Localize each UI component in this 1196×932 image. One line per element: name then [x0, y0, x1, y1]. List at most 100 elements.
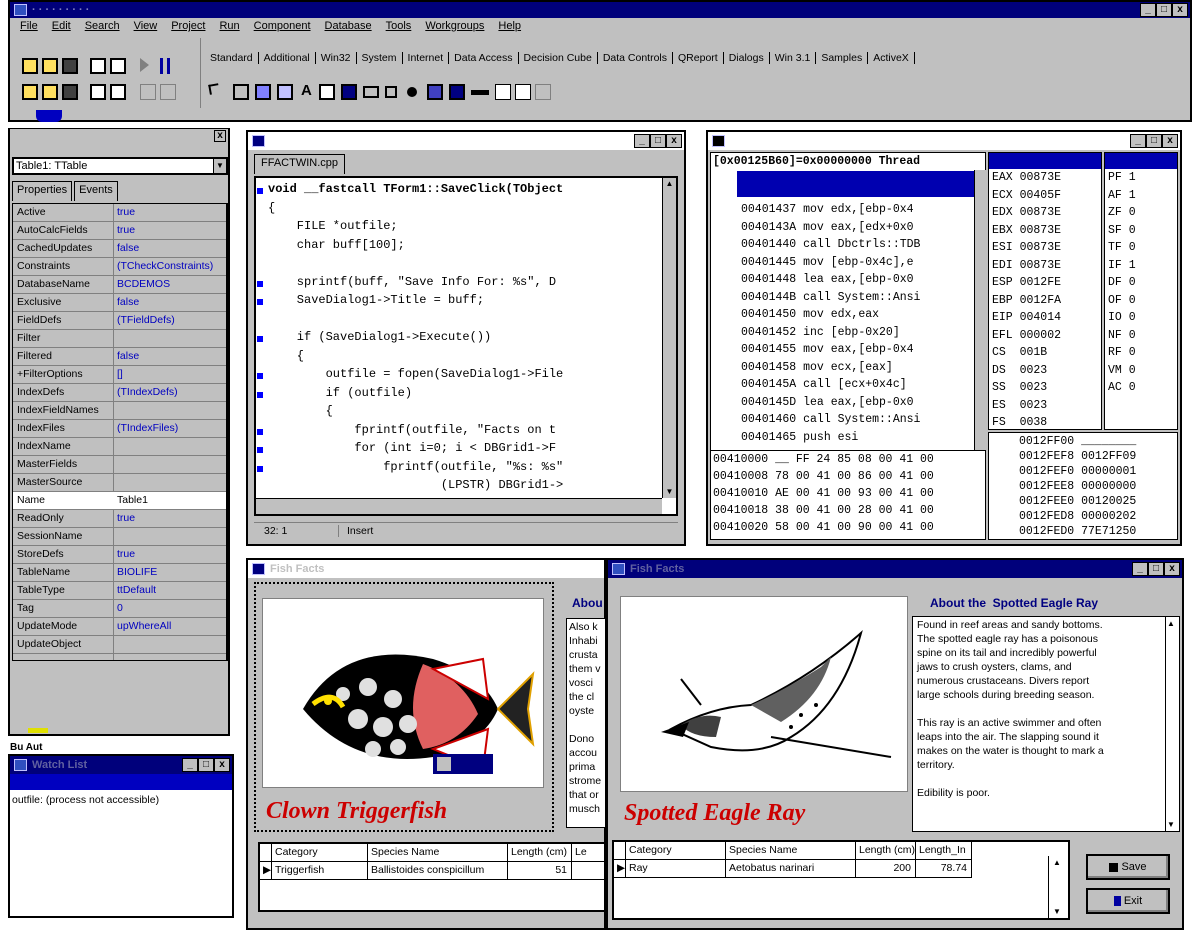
button-component-icon[interactable]: [363, 86, 379, 98]
scroll-down-icon[interactable]: ▼: [1167, 820, 1175, 829]
menu-component[interactable]: Component: [254, 18, 311, 35]
property-row[interactable]: FieldDefs (TFieldDefs): [13, 312, 226, 330]
close-button[interactable]: x: [214, 758, 230, 772]
grid-cell[interactable]: Ballistoides conspicillum: [368, 862, 508, 880]
property-row[interactable]: IndexDefs (TIndexDefs): [13, 384, 226, 402]
property-value[interactable]: BIOLIFE: [117, 566, 224, 578]
new-icon[interactable]: [22, 58, 38, 74]
memo-vscrollbar[interactable]: ▲ ▼: [1165, 617, 1179, 831]
edit-component-icon[interactable]: [319, 84, 335, 100]
code-hscrollbar[interactable]: [256, 498, 662, 514]
close-button[interactable]: x: [1172, 3, 1188, 17]
watch-selected-row[interactable]: [10, 774, 232, 790]
save-icon[interactable]: [110, 58, 126, 74]
save-button[interactable]: Save: [1086, 854, 1170, 880]
menu-help[interactable]: Help: [498, 18, 521, 35]
menu-workgroups[interactable]: Workgroups: [425, 18, 484, 35]
menu-edit[interactable]: Edit: [52, 18, 71, 35]
minimize-button[interactable]: _: [182, 758, 198, 772]
watch-entry[interactable]: outfile: (process not accessible): [12, 794, 159, 806]
property-row[interactable]: MasterFields: [13, 456, 226, 474]
menu-view[interactable]: View: [134, 18, 158, 35]
menu-search[interactable]: Search: [85, 18, 120, 35]
trace-into-icon[interactable]: [140, 84, 156, 100]
close-button[interactable]: x: [214, 130, 226, 142]
scrollbar-component-icon[interactable]: [471, 90, 489, 95]
radiogroup-component-icon[interactable]: [515, 84, 531, 100]
run-icon[interactable]: [140, 58, 149, 72]
open-project-icon[interactable]: [42, 58, 58, 74]
property-value[interactable]: (TIndexFiles): [117, 422, 224, 434]
palette-tab-qreport[interactable]: QReport: [673, 52, 724, 64]
property-value[interactable]: 0: [117, 602, 224, 614]
property-row[interactable]: UpdateObject: [13, 636, 226, 654]
property-row[interactable]: MasterSource: [13, 474, 226, 492]
grid-cell[interactable]: 51: [508, 862, 572, 880]
radio-component-icon[interactable]: [407, 87, 417, 97]
fish-1-memo[interactable]: Also k Inhabi crusta them v vosci the cl oyste…: [566, 618, 606, 828]
label-component-icon[interactable]: A: [301, 82, 312, 99]
tab-events[interactable]: Events: [74, 181, 118, 201]
exit-button[interactable]: Exit: [1086, 888, 1170, 914]
editor-tab[interactable]: FFACTWIN.cpp: [254, 154, 346, 174]
grid-cell[interactable]: 78.74: [916, 860, 972, 878]
property-value[interactable]: (TFieldDefs): [117, 314, 224, 326]
property-row[interactable]: Filtered false: [13, 348, 226, 366]
menu-database[interactable]: Database: [325, 18, 372, 35]
grid-cell[interactable]: [572, 862, 604, 880]
grid-cell[interactable]: Triggerfish: [272, 862, 368, 880]
grid-header-cell[interactable]: Length (cm): [508, 844, 572, 862]
property-value[interactable]: true: [117, 206, 224, 218]
property-value[interactable]: false: [117, 350, 224, 362]
property-value[interactable]: BCDEMOS: [117, 278, 224, 290]
unit-icon[interactable]: [104, 110, 128, 122]
minimize-button[interactable]: _: [1132, 562, 1148, 576]
palette-tab-samples[interactable]: Samples: [816, 52, 869, 64]
maximize-button[interactable]: □: [1156, 3, 1172, 17]
groupbox-component-icon[interactable]: [495, 84, 511, 100]
property-row[interactable]: UpdateMode upWhereAll: [13, 618, 226, 636]
minimize-button[interactable]: _: [1130, 134, 1146, 148]
grid-cell[interactable]: Ray: [626, 860, 726, 878]
property-row[interactable]: SessionName: [13, 528, 226, 546]
property-value[interactable]: upWhereAll: [117, 620, 224, 632]
palette-tab-win32[interactable]: Win32: [316, 52, 357, 64]
new-form-icon[interactable]: [110, 84, 126, 100]
property-row[interactable]: TableName BIOLIFE: [13, 564, 226, 582]
palette-tab-data-access[interactable]: Data Access: [449, 52, 519, 64]
cpu-disasm-pane[interactable]: [0x00125B60]=0x00000000 Thread 00401437 …: [710, 152, 986, 454]
property-value[interactable]: (TIndexDefs): [117, 386, 224, 398]
property-row[interactable]: StoreDefs true: [13, 546, 226, 564]
panel-component-icon[interactable]: [535, 84, 551, 100]
property-row[interactable]: Exclusive false: [13, 294, 226, 312]
property-row[interactable]: Filter: [13, 330, 226, 348]
pointer-icon[interactable]: [208, 83, 220, 95]
minimize-button[interactable]: _: [634, 134, 650, 148]
property-row[interactable]: ReadOnly true: [13, 510, 226, 528]
grid-cell[interactable]: Aetobatus narinari: [726, 860, 856, 878]
tab-properties[interactable]: Properties: [12, 181, 73, 201]
property-value[interactable]: []: [117, 368, 224, 380]
close-button[interactable]: x: [1162, 134, 1178, 148]
maximize-button[interactable]: □: [198, 758, 214, 772]
palette-tab-activex[interactable]: ActiveX: [868, 52, 915, 64]
property-value[interactable]: false: [117, 242, 224, 254]
palette-tab-decision-cube[interactable]: Decision Cube: [519, 52, 598, 64]
palette-tab-internet[interactable]: Internet: [403, 52, 450, 64]
property-row[interactable]: IndexName: [13, 438, 226, 456]
save-all-icon[interactable]: [62, 58, 78, 74]
palette-tab-standard[interactable]: Standard: [205, 52, 259, 64]
property-row[interactable]: CachedUpdates false: [13, 240, 226, 258]
view-unit-icon[interactable]: [62, 84, 78, 100]
grid-header-cell[interactable]: Length_In: [916, 842, 972, 860]
chevron-down-icon[interactable]: ▼: [213, 159, 226, 173]
maximize-button[interactable]: □: [650, 134, 666, 148]
grid-header-cell[interactable]: Category: [626, 842, 726, 860]
main-menu-icon[interactable]: [255, 84, 271, 100]
scroll-down-icon[interactable]: ▼: [663, 486, 676, 498]
grid-header-cell[interactable]: Category: [272, 844, 368, 862]
property-row[interactable]: DatabaseName BCDEMOS: [13, 276, 226, 294]
cpu-dump-pane[interactable]: 00410000 __ FF 24 85 08 00 41 00 00410008…: [710, 450, 986, 540]
toggle-form-icon[interactable]: [90, 84, 106, 100]
property-row[interactable]: Name Table1: [13, 492, 226, 510]
